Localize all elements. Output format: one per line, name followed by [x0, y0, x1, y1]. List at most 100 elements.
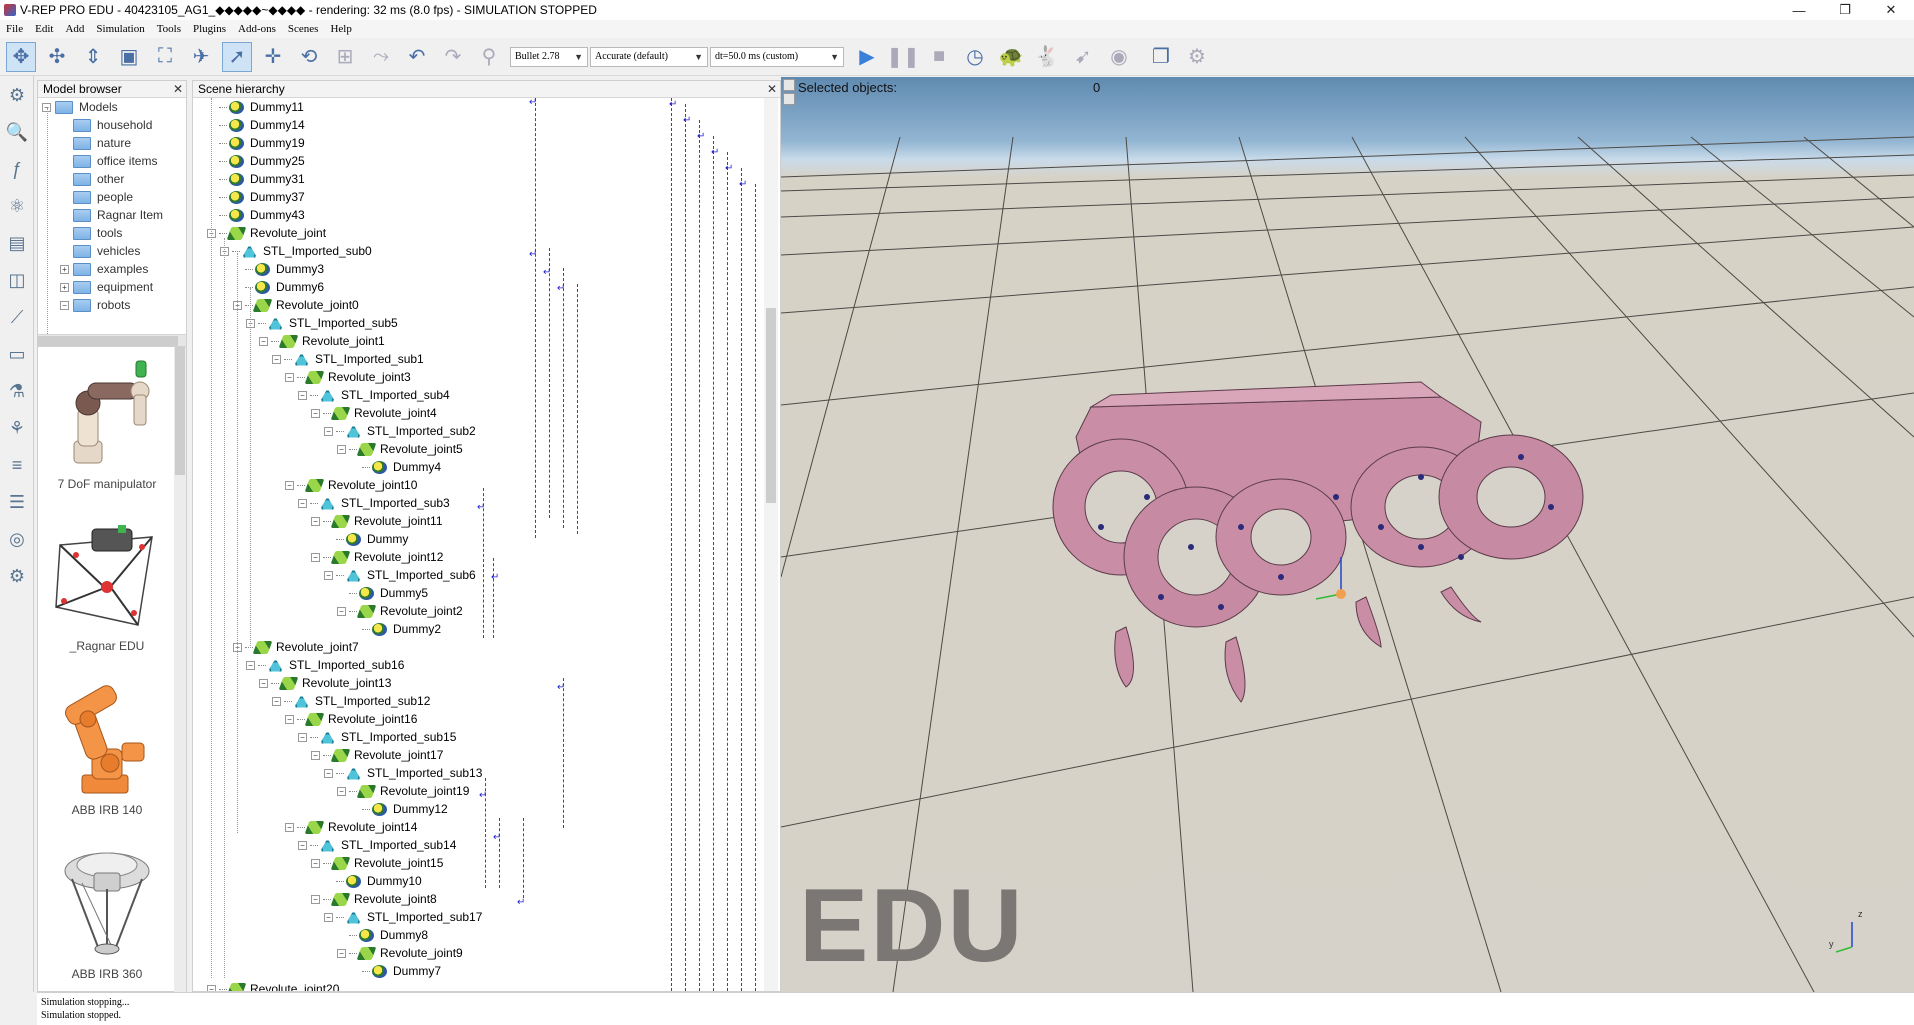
hierarchy-item-joint[interactable]: − Revolute_joint4 — [311, 404, 437, 422]
realtime-icon[interactable]: ◷ — [960, 42, 990, 72]
collapse-icon[interactable]: − — [324, 768, 333, 778]
play-icon[interactable]: ▶ — [852, 42, 882, 72]
assemble-icon[interactable]: ⊞ — [330, 42, 360, 72]
collapse-icon[interactable]: − — [285, 714, 294, 724]
hierarchy-item-joint[interactable]: − Revolute_joint11 — [311, 512, 443, 530]
dynamics-icon[interactable]: ⚲ — [474, 42, 504, 72]
collapse-icon[interactable]: − — [324, 570, 333, 580]
scene-selector-icon[interactable]: ⚙ — [1182, 42, 1212, 72]
collapse-icon[interactable]: − — [337, 606, 346, 616]
collapse-icon[interactable]: − — [298, 498, 307, 508]
hierarchy-item-joint[interactable]: − Revolute_joint8 — [311, 890, 437, 908]
shape-edit-icon[interactable]: ◫ — [2, 265, 32, 295]
collapse-icon[interactable]: − — [60, 300, 69, 310]
transfer-dna-icon[interactable]: ⤳ — [366, 42, 396, 72]
simulation-settings-icon[interactable]: ⚙ — [2, 80, 32, 110]
physics-engine-select[interactable]: Bullet 2.78 ▼ — [510, 46, 588, 67]
hierarchy-item-joint[interactable]: − Revolute_joint12 — [311, 548, 443, 566]
close-icon[interactable]: ✕ — [767, 81, 777, 98]
hierarchy-item-joint[interactable]: − Revolute_joint10 — [285, 476, 417, 494]
collapse-icon[interactable]: − — [246, 660, 255, 670]
collapse-icon[interactable]: − — [285, 822, 294, 832]
hierarchy-scrollbar[interactable] — [764, 98, 778, 991]
hierarchy-item-dummy[interactable]: Dummy10 — [324, 872, 422, 890]
collapse-icon[interactable]: − — [311, 858, 320, 868]
menu-help[interactable]: Help — [324, 20, 357, 38]
model-folder-item[interactable]: other — [38, 170, 186, 188]
hierarchy-item-shape[interactable]: − STL_Imported_sub4 — [298, 386, 450, 404]
timestep-select[interactable]: dt=50.0 ms (custom) ▼ — [710, 46, 844, 67]
scripts-icon[interactable]: ▤ — [2, 228, 32, 258]
collapse-icon[interactable]: − — [337, 948, 346, 958]
expand-icon[interactable]: + — [60, 264, 69, 274]
model-tree-hscrollbar[interactable] — [38, 335, 186, 347]
3d-viewport[interactable]: Selected objects: 0 EDU z y — [781, 77, 1914, 992]
visualization-icon[interactable]: ◉ — [1104, 42, 1134, 72]
hierarchy-item-dummy[interactable]: Dummy25 — [207, 152, 305, 170]
accuracy-select[interactable]: Accurate (default) ▼ — [590, 46, 708, 67]
model-folder-item[interactable]: − Models — [38, 98, 186, 116]
collapse-icon[interactable]: − — [337, 786, 346, 796]
hierarchy-item-dummy[interactable]: Dummy8 — [337, 926, 428, 944]
model-folder-item[interactable]: office items — [38, 152, 186, 170]
stop-icon[interactable]: ■ — [924, 42, 954, 72]
model-folder-item[interactable]: − robots — [38, 296, 186, 314]
collapse-icon[interactable]: − — [298, 390, 307, 400]
hierarchy-item-shape[interactable]: − STL_Imported_sub15 — [298, 728, 456, 746]
hierarchy-item-joint[interactable]: − Revolute_joint0 — [233, 296, 359, 314]
collapse-icon[interactable]: − — [285, 372, 294, 382]
thumbnail-abb-irb-140[interactable]: ABB IRB 140 — [38, 679, 176, 817]
camera-pan-icon[interactable]: ✥ — [6, 41, 36, 72]
collapse-icon[interactable]: − — [272, 354, 281, 364]
fly-mode-icon[interactable]: ✈ — [186, 42, 216, 72]
hierarchy-item-dummy[interactable]: Dummy4 — [350, 458, 441, 476]
pause-icon[interactable]: ❚❚ — [886, 42, 920, 72]
close-window-button[interactable]: ✕ — [1868, 0, 1914, 20]
hierarchy-item-dummy[interactable]: Dummy31 — [207, 170, 305, 188]
hierarchy-item-dummy[interactable]: Dummy6 — [233, 278, 324, 296]
redo-icon[interactable]: ↷ — [438, 42, 468, 72]
hierarchy-item-joint[interactable]: − Revolute_joint5 — [337, 440, 463, 458]
expand-icon[interactable]: + — [60, 282, 69, 292]
selection-icon[interactable]: ▭ — [2, 339, 32, 369]
scene-hierarchy-icon[interactable]: ⚘ — [2, 413, 32, 443]
maximize-button[interactable]: ❐ — [1822, 0, 1868, 20]
hierarchy-item-dummy[interactable]: Dummy — [324, 530, 408, 548]
thumbnails-scrollbar[interactable] — [174, 347, 186, 993]
scrollbar-thumb[interactable] — [766, 308, 776, 503]
menu-scenes[interactable]: Scenes — [282, 20, 325, 38]
hierarchy-item-shape[interactable]: − STL_Imported_sub1 — [272, 350, 424, 368]
collapse-icon[interactable]: − — [311, 516, 320, 526]
hierarchy-item-shape[interactable]: − STL_Imported_sub13 — [324, 764, 482, 782]
undo-icon[interactable]: ↶ — [402, 42, 432, 72]
collapse-icon[interactable]: − — [298, 732, 307, 742]
hierarchy-item-joint[interactable]: − Revolute_joint2 — [337, 602, 463, 620]
hierarchy-item-shape[interactable]: − STL_Imported_sub16 — [246, 656, 404, 674]
thumbnail-abb-irb-360[interactable]: ABB IRB 360 — [38, 843, 176, 981]
collections-icon[interactable]: ⚛ — [2, 191, 32, 221]
hierarchy-item-joint[interactable]: − Revolute_joint13 — [259, 674, 391, 692]
hierarchy-item-shape[interactable]: − STL_Imported_sub17 — [324, 908, 482, 926]
collapse-icon[interactable]: − — [285, 480, 294, 490]
fit-to-view-icon[interactable]: ⛶ — [150, 42, 180, 72]
slower-icon[interactable]: 🐢 — [996, 42, 1026, 72]
thumbnail-7dof-manipulator[interactable]: 7 DoF manipulator — [38, 353, 176, 491]
menu-edit[interactable]: Edit — [29, 20, 59, 38]
hierarchy-item-joint[interactable]: − Revolute_joint3 — [285, 368, 411, 386]
video-recorder-icon[interactable]: ◎ — [2, 524, 32, 554]
model-folder-item[interactable]: + examples — [38, 260, 186, 278]
close-icon[interactable]: ✕ — [173, 81, 183, 98]
camera-shift-icon[interactable]: ⇕ — [78, 42, 108, 72]
collapse-icon[interactable]: − — [272, 696, 281, 706]
menu-tools[interactable]: Tools — [151, 20, 187, 38]
path-edit-icon[interactable]: ⟋ — [2, 302, 32, 332]
page-selector-icon[interactable]: ❐ — [1146, 42, 1176, 72]
view-options-button[interactable] — [783, 93, 795, 105]
hierarchy-item-shape[interactable]: − STL_Imported_sub3 — [298, 494, 450, 512]
scrollbar-thumb[interactable] — [175, 347, 185, 475]
model-folder-item[interactable]: household — [38, 116, 186, 134]
hierarchy-item-joint[interactable]: − Revolute_joint1 — [259, 332, 385, 350]
hierarchy-item-dummy[interactable]: Dummy19 — [207, 134, 305, 152]
collapse-icon[interactable]: − — [311, 552, 320, 562]
hierarchy-item-dummy[interactable]: Dummy14 — [207, 116, 305, 134]
